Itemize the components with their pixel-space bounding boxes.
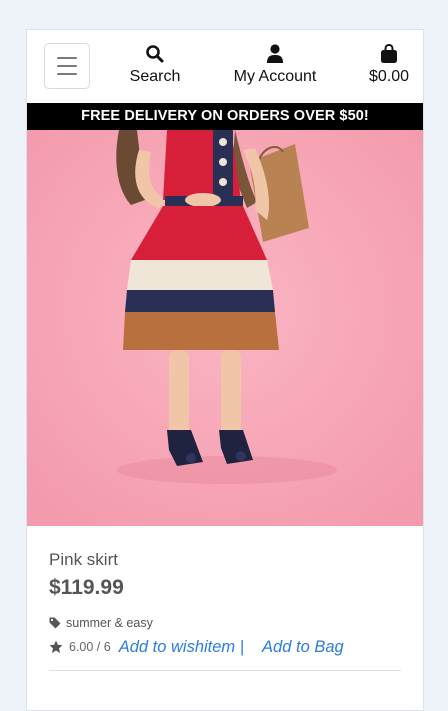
user-icon: [267, 44, 283, 63]
search-nav-link[interactable]: Search: [127, 44, 183, 86]
star-icon: [49, 640, 63, 653]
account-label: My Account: [233, 68, 317, 85]
product-rating: 6.00 / 6: [69, 640, 111, 654]
add-to-bag-link[interactable]: Add to Bag: [262, 638, 344, 657]
bag-total: $0.00: [368, 68, 410, 85]
tag-icon: [49, 617, 61, 629]
bag-nav-link[interactable]: $0.00: [361, 44, 417, 86]
rating-row: 6.00 / 6 Add to wishitem | Add to Bag: [49, 636, 401, 658]
product-photo-illustration: [27, 130, 423, 526]
product-category: summer & easy: [66, 616, 153, 630]
product-info: Pink skirt $119.99 summer & easy 6.00 / …: [49, 550, 401, 658]
menu-icon-bar: [57, 65, 77, 67]
menu-icon: [57, 57, 77, 59]
search-label: Search: [129, 68, 181, 85]
product-name: Pink skirt: [49, 550, 118, 569]
shopping-bag-icon: [381, 44, 397, 63]
product-price: $119.99: [49, 576, 124, 599]
navbar: Search My Account $0.00: [27, 30, 423, 104]
divider: [49, 670, 401, 671]
product-card: Search My Account $0.00 FREE DELIVERY ON…: [26, 29, 424, 711]
search-icon: [146, 45, 164, 63]
product-image[interactable]: [27, 130, 423, 526]
free-delivery-banner: FREE DELIVERY ON ORDERS OVER $50!: [27, 103, 423, 130]
menu-toggle-button[interactable]: [44, 43, 90, 89]
add-to-wishlist-link[interactable]: Add to wishitem |: [119, 638, 244, 657]
account-nav-link[interactable]: My Account: [225, 44, 325, 86]
product-category-link[interactable]: summer & easy: [49, 614, 401, 632]
menu-icon-bar: [57, 73, 77, 75]
